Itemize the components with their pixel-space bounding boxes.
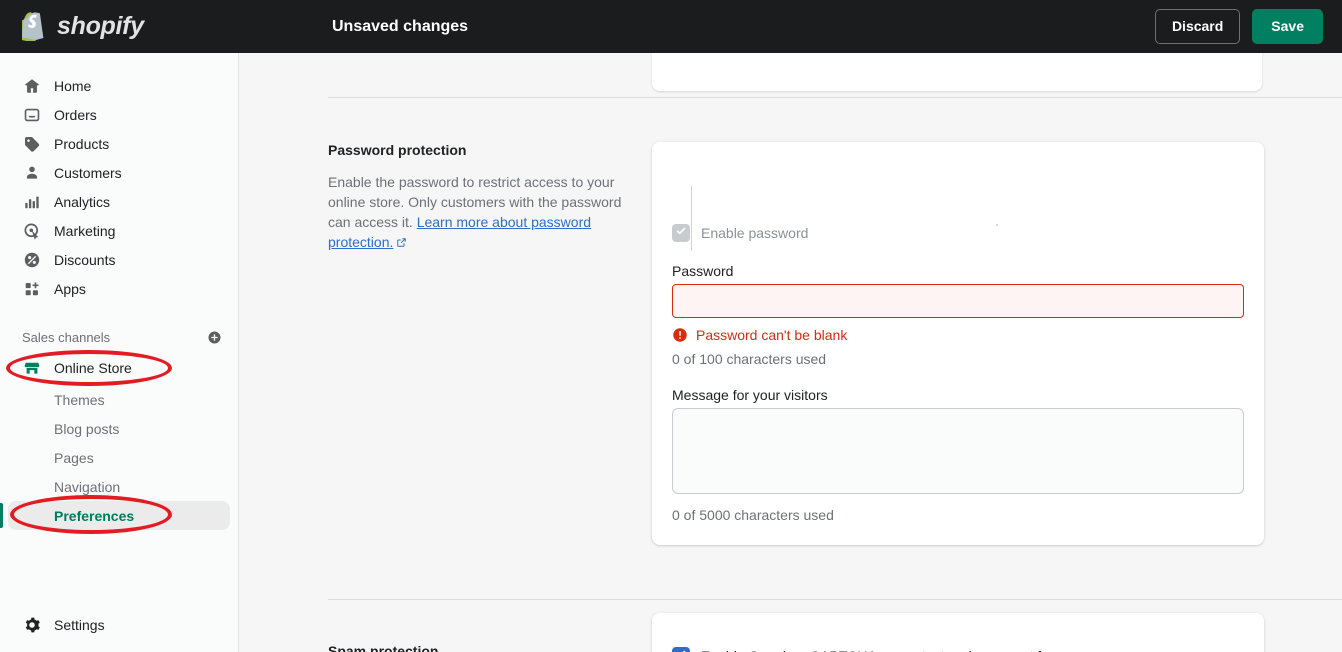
sales-channels-label: Sales channels: [22, 330, 110, 345]
sidebar: Home Orders Products Customers: [0, 53, 239, 652]
sidebar-item-pages[interactable]: Pages: [8, 443, 230, 472]
enable-password-checkbox[interactable]: [672, 224, 690, 242]
spam-protection-card: Enable Google reCAPTCHA on contact and c…: [652, 613, 1264, 652]
recaptcha-checkbox[interactable]: [672, 647, 690, 652]
enable-password-label: Enable password: [701, 225, 808, 241]
recaptcha-row[interactable]: Enable Google reCAPTCHA on contact and c…: [672, 647, 1244, 652]
password-field-label: Password: [672, 263, 1244, 279]
plus-circle-icon[interactable]: [207, 330, 222, 345]
sidebar-item-label: Home: [54, 78, 91, 94]
card-banner-placeholder: [672, 160, 1244, 218]
sidebar-item-customers[interactable]: Customers: [8, 158, 230, 187]
sidebar-item-label: Customers: [54, 165, 122, 181]
sidebar-item-home[interactable]: Home: [8, 71, 230, 100]
password-input[interactable]: [672, 284, 1244, 318]
home-icon: [22, 76, 42, 96]
sidebar-item-discounts[interactable]: Discounts: [8, 245, 230, 274]
section-divider-top: [328, 97, 1342, 98]
brand-name: shopify: [57, 14, 144, 39]
banner-artifact-dot: [996, 224, 998, 226]
discounts-percent-icon: [22, 250, 42, 270]
sidebar-item-label: Orders: [54, 107, 97, 123]
sidebar-item-label: Preferences: [54, 508, 134, 524]
sidebar-item-label: Products: [54, 136, 109, 152]
sidebar-item-online-store[interactable]: Online Store: [8, 353, 230, 383]
external-link-icon: [396, 233, 407, 253]
banner-accent-line: [691, 186, 692, 251]
external-link-icon: [825, 53, 836, 58]
top-bar-actions: Discard Save: [1155, 9, 1323, 44]
password-error: Password can't be blank: [672, 327, 1244, 343]
error-circle-icon: [672, 327, 688, 343]
sidebar-item-apps[interactable]: Apps: [8, 274, 230, 303]
shopify-bag-icon: [22, 12, 48, 41]
message-character-counter: 0 of 5000 characters used: [672, 507, 1244, 523]
sidebar-item-products[interactable]: Products: [8, 129, 230, 158]
sidebar-item-label: Pages: [54, 450, 94, 466]
shopify-admin-screen: shopify Unsaved changes Discard Save Hom…: [0, 0, 1342, 652]
spam-protection-info: Spam protection: [328, 613, 652, 652]
message-field-label: Message for your visitors: [672, 387, 1244, 403]
sidebar-item-marketing[interactable]: Marketing: [8, 216, 230, 245]
spam-protection-card-wrap: Enable Google reCAPTCHA on contact and c…: [652, 613, 1342, 652]
sidebar-item-label: Analytics: [54, 194, 110, 210]
checkmark-icon: [675, 647, 687, 652]
sidebar-item-label: Settings: [54, 617, 105, 633]
spam-protection-title: Spam protection: [328, 643, 628, 652]
sidebar-item-label: Discounts: [54, 252, 115, 268]
save-button[interactable]: Save: [1252, 9, 1323, 44]
password-error-text: Password can't be blank: [696, 327, 847, 343]
customers-person-icon: [22, 163, 42, 183]
main-content: Password protection Enable the password …: [240, 53, 1342, 652]
sidebar-item-settings[interactable]: Settings: [0, 610, 239, 640]
password-protection-card: Enable password Password Password can't …: [652, 142, 1264, 545]
primary-nav: Home Orders Products Customers: [0, 53, 238, 303]
spam-protection-section: Spam protection Enable Google reCAPTCHA …: [328, 613, 1342, 652]
sidebar-item-analytics[interactable]: Analytics: [8, 187, 230, 216]
sidebar-item-navigation[interactable]: Navigation: [8, 472, 230, 501]
previous-card-partial: [652, 53, 1262, 91]
password-protection-description: Enable the password to restrict access t…: [328, 172, 628, 253]
message-field-group: Message for your visitors 0 of 5000 char…: [672, 387, 1244, 523]
recaptcha-label: Enable Google reCAPTCHA on contact and c…: [701, 648, 1072, 652]
products-tag-icon: [22, 134, 42, 154]
checkmark-icon: [675, 224, 687, 242]
orders-inbox-icon: [22, 105, 42, 125]
online-store-icon: [22, 358, 42, 378]
password-protection-section: Password protection Enable the password …: [328, 142, 1342, 545]
discard-button[interactable]: Discard: [1155, 9, 1240, 44]
online-store-subnav: Themes Blog posts Pages Navigation Prefe…: [0, 385, 238, 530]
top-bar: shopify Unsaved changes Discard Save: [0, 0, 1342, 53]
shopify-logo[interactable]: shopify: [22, 12, 312, 41]
sidebar-item-themes[interactable]: Themes: [8, 385, 230, 414]
password-field-group: Password Password can't be blank 0 of 10…: [672, 263, 1244, 367]
unsaved-changes-label: Unsaved changes: [332, 18, 468, 36]
sidebar-item-preferences[interactable]: Preferences: [8, 501, 230, 530]
enable-password-row[interactable]: Enable password: [672, 224, 1244, 242]
message-textarea[interactable]: [672, 408, 1244, 494]
password-protection-card-wrap: Enable password Password Password can't …: [652, 142, 1342, 545]
sidebar-item-label: Blog posts: [54, 421, 119, 437]
sidebar-item-blog-posts[interactable]: Blog posts: [8, 414, 230, 443]
apps-grid-icon: [22, 279, 42, 299]
marketing-target-icon: [22, 221, 42, 241]
password-character-counter: 0 of 100 characters used: [672, 351, 1244, 367]
section-divider-bottom: [328, 599, 1342, 600]
sidebar-item-label: Navigation: [54, 479, 120, 495]
password-protection-info: Password protection Enable the password …: [328, 142, 652, 545]
password-protection-title: Password protection: [328, 142, 628, 158]
sales-channels-header: Sales channels: [0, 325, 238, 349]
sidebar-item-label: Apps: [54, 281, 86, 297]
analytics-bars-icon: [22, 192, 42, 212]
sidebar-item-label: Online Store: [54, 360, 132, 376]
gear-icon: [22, 615, 42, 635]
sidebar-item-label: Marketing: [54, 223, 115, 239]
sidebar-item-orders[interactable]: Orders: [8, 100, 230, 129]
sidebar-item-label: Themes: [54, 392, 105, 408]
